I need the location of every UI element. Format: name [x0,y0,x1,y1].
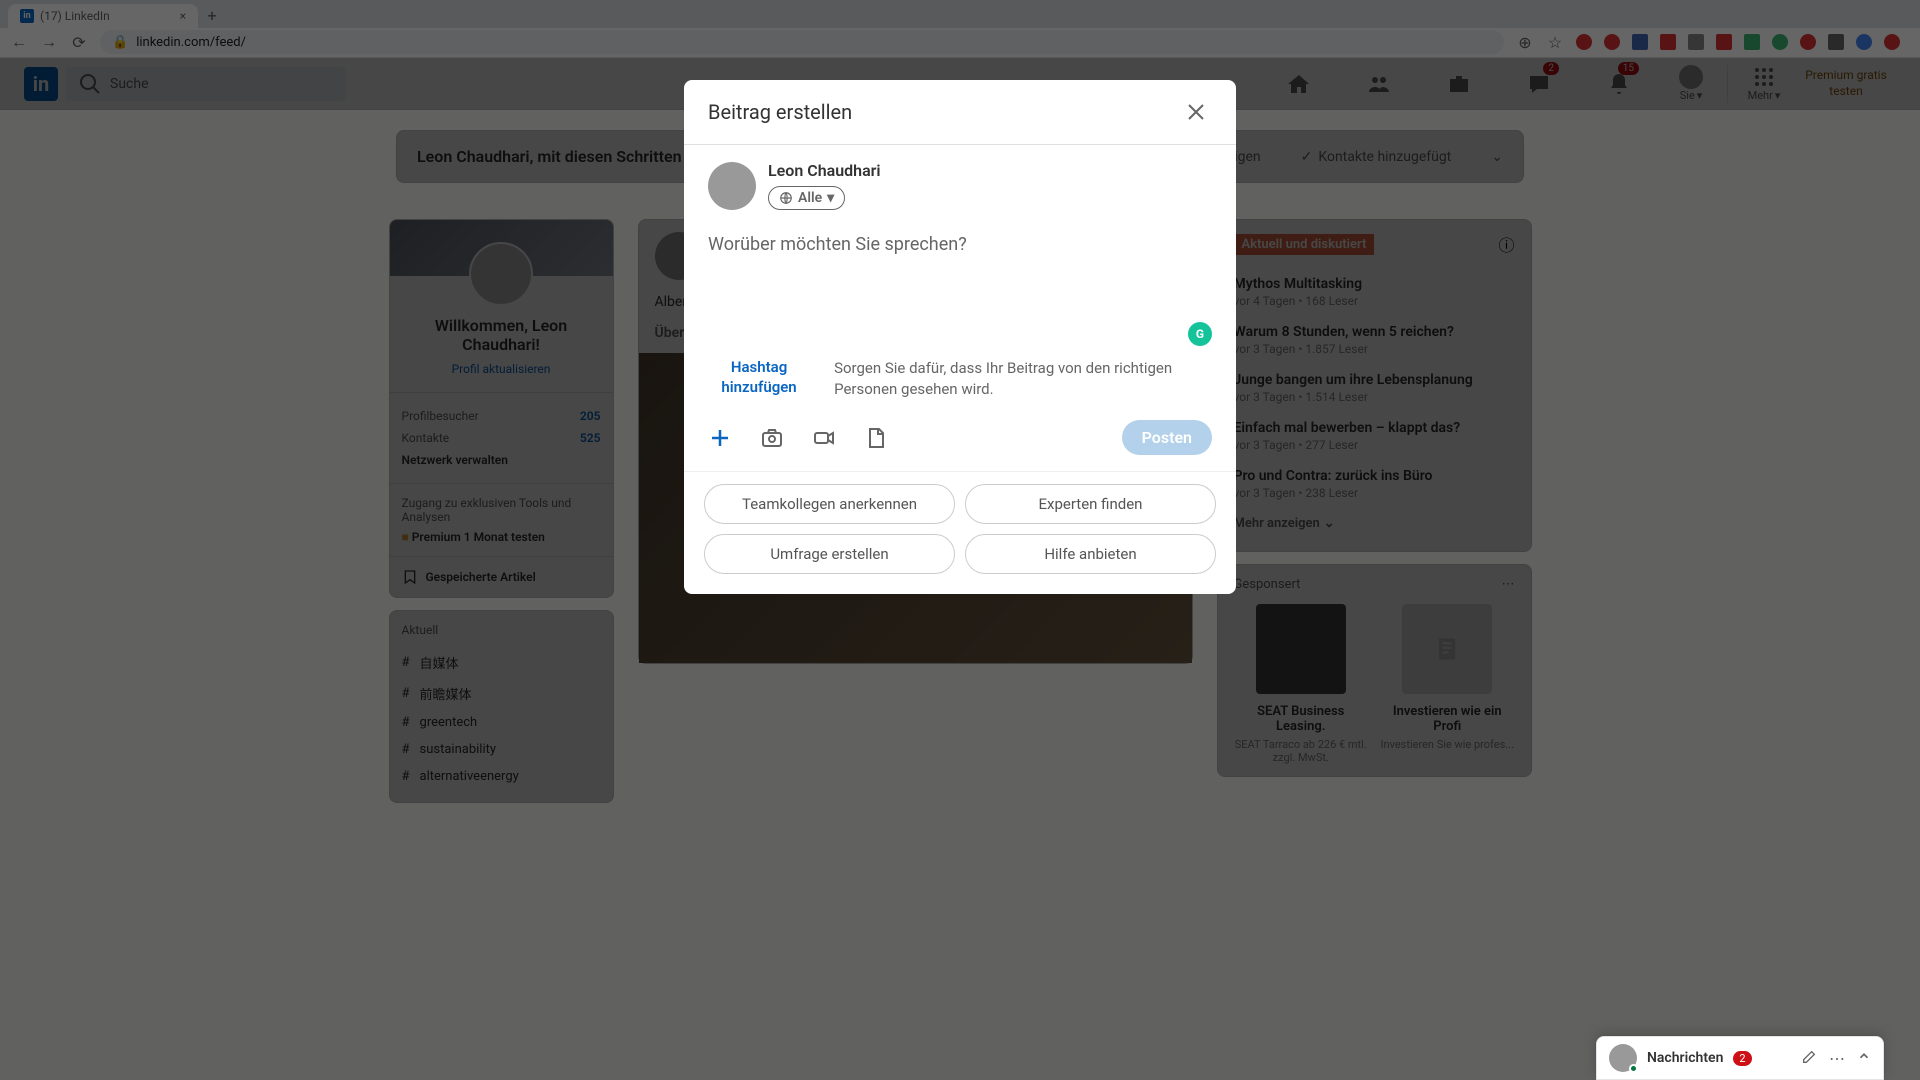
audience-selector[interactable]: Alle ▾ [768,186,845,210]
modal-overlay[interactable]: Beitrag erstellen Leon Chaudhari Alle ▾ … [0,0,1920,1080]
camera-icon [760,426,784,450]
add-more-button[interactable] [708,426,732,450]
add-video-button[interactable] [812,426,836,450]
suggestion-poll[interactable]: Umfrage erstellen [704,534,955,574]
modal-title: Beitrag erstellen [708,100,852,124]
messaging-dock[interactable]: Nachrichten 2 ⋯ [1596,1036,1884,1080]
grammarly-icon[interactable]: G [1188,322,1212,346]
close-button[interactable] [1180,96,1212,128]
messaging-badge: 2 [1733,1051,1751,1066]
hashtag-hint: Sorgen Sie dafür, dass Ihr Beitrag von d… [834,358,1212,400]
add-photo-button[interactable] [760,426,784,450]
post-button[interactable]: Posten [1122,420,1212,455]
plus-icon [708,426,732,450]
chevron-up-icon[interactable] [1857,1049,1871,1063]
suggestion-find-experts[interactable]: Experten finden [965,484,1216,524]
add-document-button[interactable] [864,426,888,450]
messaging-label: Nachrichten [1647,1050,1723,1066]
close-icon [1184,100,1208,124]
suggestion-recognize[interactable]: Teamkollegen anerkennen [704,484,955,524]
add-hashtag-button[interactable]: Hashtag hinzufügen [708,358,810,397]
avatar [708,162,756,210]
chevron-down-icon: ▾ [827,190,834,206]
document-icon [864,426,888,450]
compose-icon[interactable] [1801,1049,1817,1065]
create-post-modal: Beitrag erstellen Leon Chaudhari Alle ▾ … [684,80,1236,594]
more-icon[interactable]: ⋯ [1829,1049,1845,1068]
globe-icon [779,191,793,205]
avatar [1609,1044,1637,1072]
editor-placeholder: Worüber möchten Sie sprechen? [708,234,1212,255]
suggestion-offer-help[interactable]: Hilfe anbieten [965,534,1216,574]
post-editor[interactable]: Worüber möchten Sie sprechen? G [684,218,1236,358]
video-icon [812,426,836,450]
presence-indicator [1629,1064,1638,1073]
modal-user-name: Leon Chaudhari [768,161,881,180]
